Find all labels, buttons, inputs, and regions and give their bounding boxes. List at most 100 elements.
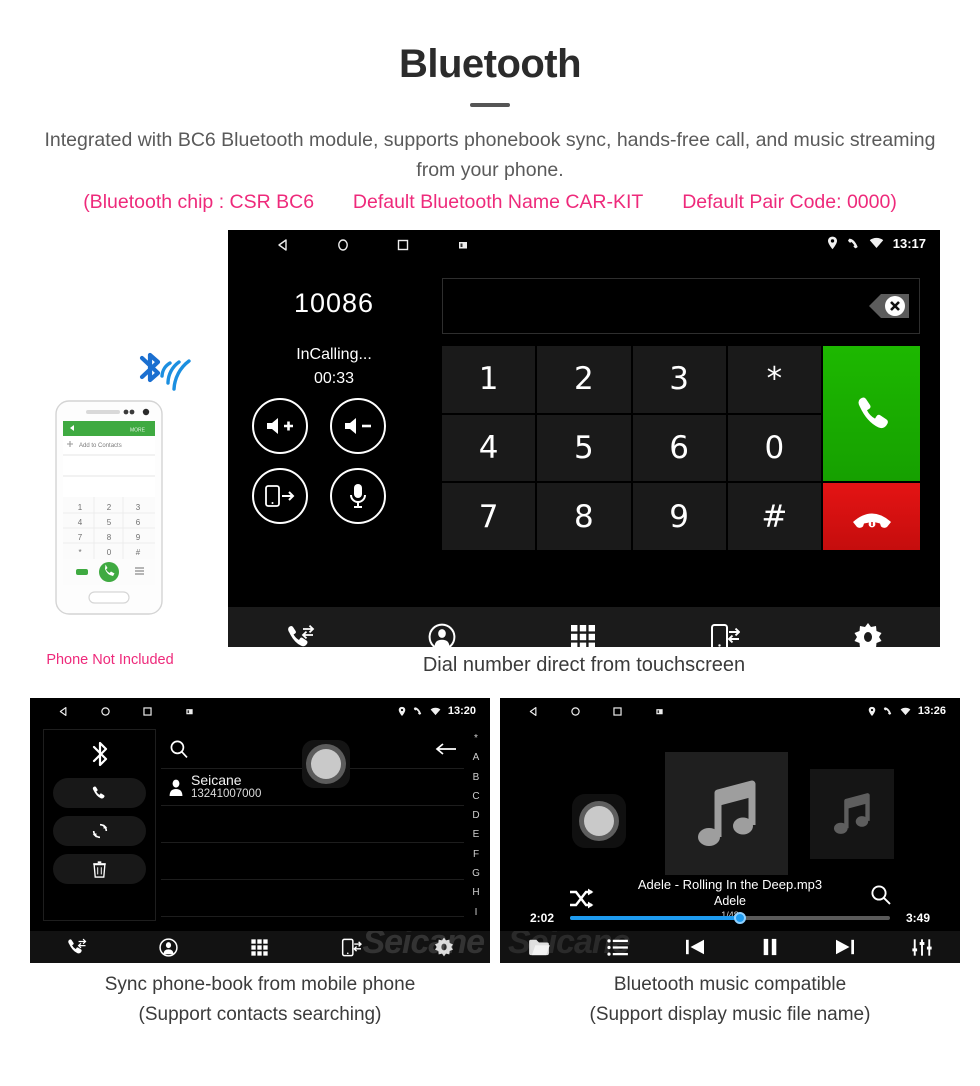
phone-icon bbox=[413, 706, 423, 716]
equalizer-icon[interactable] bbox=[911, 938, 932, 957]
phone-number-input[interactable] bbox=[442, 278, 920, 334]
key-8[interactable]: 8 bbox=[537, 483, 631, 550]
folder-icon[interactable] bbox=[528, 938, 551, 956]
dialpad-icon[interactable] bbox=[569, 623, 597, 647]
svg-text:MORE: MORE bbox=[130, 428, 146, 434]
back-arrow-icon[interactable] bbox=[434, 742, 458, 756]
bt-call-button[interactable] bbox=[53, 778, 146, 808]
svg-text:*: * bbox=[78, 548, 81, 557]
call-log-icon[interactable] bbox=[285, 624, 315, 647]
back-icon[interactable] bbox=[58, 706, 100, 717]
key-0[interactable]: 0 bbox=[727, 414, 821, 482]
delete-contacts-button[interactable] bbox=[53, 854, 146, 884]
contacts-icon[interactable] bbox=[159, 937, 178, 957]
key-9[interactable]: 9 bbox=[632, 483, 726, 550]
contacts-navbar: Seicane bbox=[30, 931, 490, 963]
call-log-icon[interactable] bbox=[66, 938, 87, 956]
location-icon bbox=[868, 706, 876, 717]
alpha-star[interactable]: * bbox=[474, 729, 478, 748]
back-icon[interactable] bbox=[528, 706, 570, 717]
recents-icon[interactable] bbox=[142, 706, 184, 717]
key-6[interactable]: 6 bbox=[632, 414, 726, 482]
screenshot-icon[interactable] bbox=[184, 706, 226, 717]
contacts-statusbar-right: 13:20 bbox=[398, 698, 476, 724]
music-caption: Bluetooth music compatible (Support disp… bbox=[500, 970, 960, 1030]
music-statusbar-right: 13:26 bbox=[868, 698, 946, 724]
search-icon[interactable] bbox=[169, 739, 189, 759]
pause-icon[interactable] bbox=[762, 938, 778, 956]
call-icon bbox=[92, 785, 105, 799]
screenshot-icon[interactable] bbox=[654, 706, 696, 717]
contacts-statusbar: 13:20 bbox=[30, 698, 490, 724]
key-1[interactable]: 1 bbox=[442, 346, 536, 413]
contact-list-item-empty-2[interactable] bbox=[161, 843, 464, 880]
bluetooth-icon[interactable] bbox=[44, 730, 155, 770]
alpha-a[interactable]: A bbox=[473, 748, 480, 767]
album-art-next[interactable] bbox=[810, 769, 894, 859]
recents-icon[interactable] bbox=[396, 238, 456, 252]
settings-gear-icon[interactable] bbox=[853, 622, 883, 647]
home-icon[interactable] bbox=[100, 706, 142, 717]
transfer-to-phone-button[interactable] bbox=[252, 468, 308, 524]
settings-gear-icon[interactable] bbox=[434, 937, 454, 957]
music-caption-line2: (Support display music file name) bbox=[589, 1004, 871, 1025]
contacts-icon[interactable] bbox=[428, 623, 456, 647]
contacts-clock: 13:20 bbox=[447, 705, 476, 717]
contact-list-item-empty-3[interactable] bbox=[161, 880, 464, 917]
recents-icon[interactable] bbox=[612, 706, 654, 717]
spec-name: Default Bluetooth Name CAR-KIT bbox=[352, 191, 644, 213]
page-title: Bluetooth bbox=[398, 42, 582, 86]
key-5[interactable]: 5 bbox=[537, 414, 631, 482]
seek-bar-knob[interactable] bbox=[733, 912, 746, 924]
end-call-icon bbox=[852, 513, 891, 528]
home-icon[interactable] bbox=[336, 238, 396, 252]
alpha-c[interactable]: C bbox=[472, 787, 479, 806]
seicane-watermark: Seicane bbox=[508, 931, 631, 961]
volume-down-button[interactable] bbox=[330, 398, 386, 454]
contacts-side-rail bbox=[43, 729, 156, 921]
dialer-statusbar-right: 13:17 bbox=[827, 230, 926, 256]
alpha-h[interactable]: H bbox=[472, 883, 479, 902]
call-button[interactable] bbox=[823, 346, 920, 482]
alpha-f[interactable]: F bbox=[473, 845, 479, 864]
avatar-icon bbox=[169, 779, 183, 796]
key-star[interactable]: * bbox=[727, 346, 821, 413]
dialer-caption: Dial number direct from touchscreen bbox=[422, 654, 746, 676]
phone-sync-icon[interactable] bbox=[341, 938, 362, 957]
previous-icon[interactable] bbox=[685, 938, 705, 956]
contact-text: Seicane 13241007000 bbox=[191, 773, 261, 801]
contact-list-item-empty-1[interactable] bbox=[161, 806, 464, 843]
back-icon[interactable] bbox=[276, 238, 336, 252]
sync-contacts-button[interactable] bbox=[53, 816, 146, 846]
key-hash[interactable]: # bbox=[727, 483, 821, 550]
seek-bar[interactable] bbox=[570, 912, 890, 924]
screenshot-icon[interactable] bbox=[456, 238, 516, 252]
svg-text:6: 6 bbox=[136, 518, 141, 527]
alpha-e[interactable]: E bbox=[473, 825, 480, 844]
home-icon[interactable] bbox=[570, 706, 612, 717]
end-call-button[interactable] bbox=[823, 483, 920, 550]
volume-up-button[interactable] bbox=[252, 398, 308, 454]
dialpad-icon[interactable] bbox=[250, 938, 269, 957]
backspace-icon[interactable] bbox=[851, 289, 911, 323]
next-icon[interactable] bbox=[835, 938, 855, 956]
album-art-current[interactable] bbox=[665, 752, 788, 875]
key-4[interactable]: 4 bbox=[442, 414, 536, 482]
dialer-statusbar: 13:17 bbox=[228, 230, 940, 260]
alpha-i[interactable]: I bbox=[475, 903, 478, 922]
key-2[interactable]: 2 bbox=[537, 346, 631, 413]
alphabet-index[interactable]: * A B C D E F G H I bbox=[466, 729, 486, 922]
music-navbar: Seicane bbox=[500, 931, 960, 963]
key-7[interactable]: 7 bbox=[442, 483, 536, 550]
alpha-g[interactable]: G bbox=[472, 864, 480, 883]
key-3[interactable]: 3 bbox=[632, 346, 726, 413]
camera-lens-overlay bbox=[302, 740, 350, 788]
mute-microphone-button[interactable] bbox=[330, 468, 386, 524]
phone-sync-icon[interactable] bbox=[710, 623, 741, 647]
phone-icon bbox=[883, 706, 893, 716]
dialer-body: 10086 InCalling... 00:33 1 2 3 * 4 5 6 0… bbox=[228, 260, 940, 605]
sync-icon bbox=[92, 823, 107, 839]
alpha-b[interactable]: B bbox=[473, 768, 480, 787]
playlist-icon[interactable] bbox=[607, 938, 629, 956]
alpha-d[interactable]: D bbox=[472, 806, 479, 825]
